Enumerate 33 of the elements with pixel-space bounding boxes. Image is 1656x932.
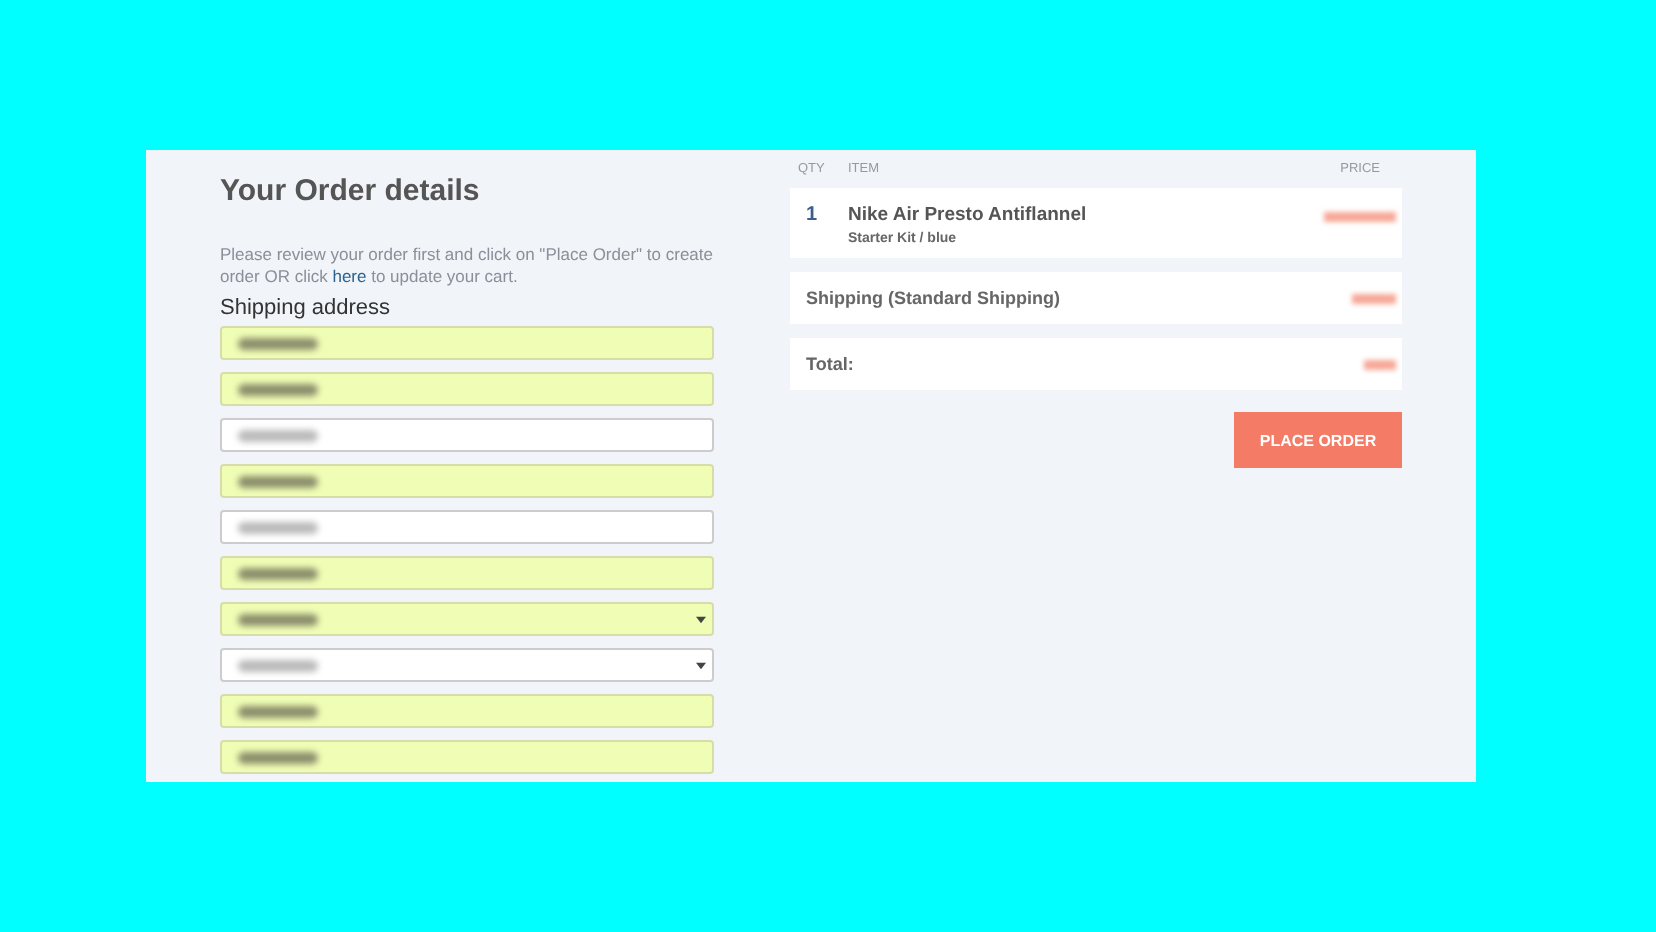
blurred-value bbox=[238, 659, 318, 671]
input-field[interactable] bbox=[220, 740, 714, 774]
input-field[interactable] bbox=[220, 510, 714, 544]
section-title: Shipping address bbox=[220, 296, 393, 320]
input-field[interactable] bbox=[220, 464, 714, 498]
blurred-price bbox=[1324, 212, 1396, 222]
blurred-value bbox=[238, 475, 318, 487]
select-field[interactable] bbox=[220, 602, 714, 636]
blurred-value bbox=[238, 429, 318, 441]
input-field[interactable] bbox=[220, 418, 714, 452]
blurred-value bbox=[238, 337, 318, 349]
input-field[interactable] bbox=[220, 556, 714, 590]
page-heading: Your Order details bbox=[220, 174, 482, 208]
blurred-value bbox=[238, 521, 318, 533]
input-field[interactable] bbox=[220, 372, 714, 406]
blurred-value bbox=[238, 567, 318, 579]
blurred-price bbox=[1364, 359, 1396, 369]
here-link[interactable]: here bbox=[332, 266, 367, 286]
input-field[interactable] bbox=[220, 694, 714, 728]
item-name: Nike Air Presto Antiflannel bbox=[848, 204, 1089, 226]
item-quantity: 1 bbox=[806, 204, 820, 226]
select-field[interactable] bbox=[220, 648, 714, 682]
blurred-value bbox=[238, 383, 318, 395]
input-field[interactable] bbox=[220, 326, 714, 360]
caret-icon bbox=[696, 661, 706, 669]
shipping-label: Shipping (Standard Shipping) bbox=[806, 288, 1062, 308]
blurred-value bbox=[238, 705, 318, 717]
caret-icon bbox=[696, 615, 706, 623]
intro-text: Please review your order first and click on "Place Order" to create order OR click here to update your cart. bbox=[220, 244, 714, 288]
blurred-price bbox=[1352, 293, 1396, 303]
total-label: Total: bbox=[806, 354, 856, 374]
blurred-value bbox=[238, 751, 318, 763]
blurred-value bbox=[238, 613, 318, 625]
